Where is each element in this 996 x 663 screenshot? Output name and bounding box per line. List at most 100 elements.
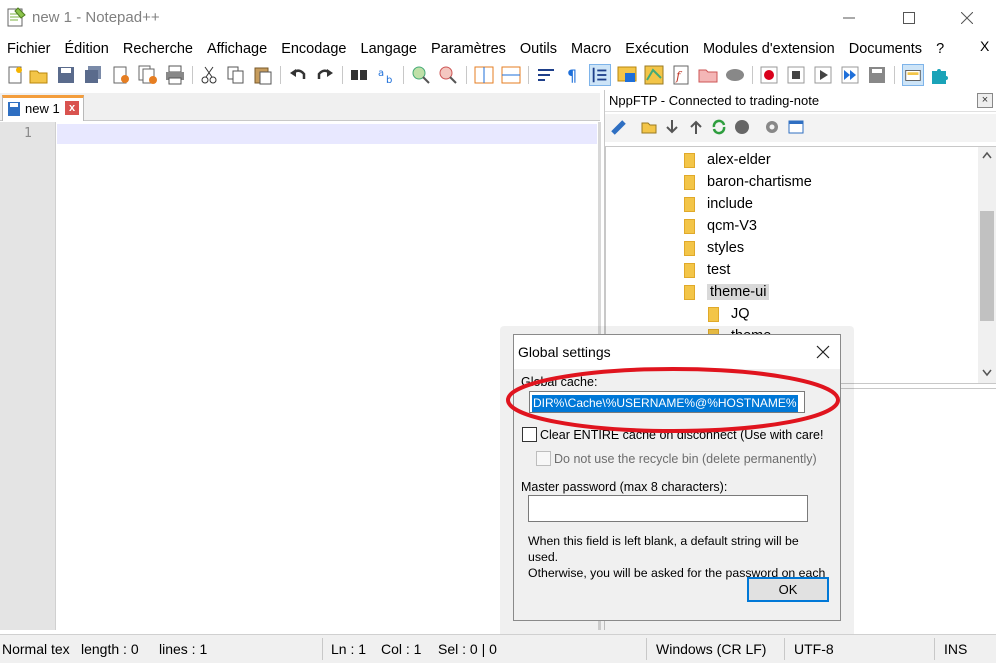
open-file-icon[interactable] (28, 64, 50, 86)
menu-parametres[interactable]: Paramètres (424, 41, 513, 57)
menu-outils[interactable]: Outils (513, 41, 564, 57)
macro-save-icon[interactable] (866, 64, 888, 86)
sync-vertical-icon[interactable] (473, 64, 495, 86)
zoom-out-icon[interactable] (437, 64, 459, 86)
menu-langage[interactable]: Langage (354, 41, 424, 57)
cut-icon[interactable] (198, 64, 220, 86)
message-window-icon[interactable] (787, 118, 805, 136)
tree-folder-item[interactable]: JQ (708, 303, 750, 325)
menu-fichier[interactable]: Fichier (0, 41, 58, 57)
menu-encodage[interactable]: Encodage (274, 41, 353, 57)
window-title: new 1 - Notepad++ (32, 9, 160, 26)
menu-modules-extension[interactable]: Modules d'extension (696, 41, 842, 57)
download-icon[interactable] (663, 118, 681, 136)
macro-play-multiple-icon[interactable] (839, 64, 861, 86)
print-icon[interactable] (164, 64, 186, 86)
status-bar: Normal tex length : 0 lines : 1 Ln : 1 C… (0, 634, 996, 663)
master-password-label: Master password (max 8 characters): (521, 480, 728, 494)
window-close-button[interactable] (938, 0, 996, 36)
settings-gear-icon[interactable] (763, 118, 781, 136)
menu-edition[interactable]: Édition (58, 41, 116, 57)
macro-record-icon[interactable] (758, 64, 780, 86)
status-line-number: Ln : 1 (331, 641, 367, 657)
svg-text:a: a (378, 68, 384, 79)
macro-play-icon[interactable] (812, 64, 834, 86)
save-icon[interactable] (55, 64, 77, 86)
save-all-icon[interactable] (82, 64, 104, 86)
status-encoding: UTF-8 (794, 641, 834, 657)
zoom-in-icon[interactable] (410, 64, 432, 86)
maximize-button[interactable] (880, 0, 938, 36)
tree-folder-item[interactable]: styles (684, 237, 744, 259)
dialog-close-button[interactable] (806, 335, 840, 369)
new-file-icon[interactable] (4, 64, 26, 86)
nppftp-close-button[interactable]: × (977, 93, 993, 108)
nppftp-toolbar (605, 114, 996, 142)
status-column: Col : 1 (381, 641, 422, 657)
replace-icon[interactable]: ab (375, 64, 397, 86)
tree-folder-item[interactable]: baron-chartisme (684, 171, 812, 193)
ok-button[interactable]: OK (747, 577, 829, 602)
indent-guide-icon[interactable] (589, 64, 611, 86)
menu-help[interactable]: ? (929, 41, 951, 57)
nppftp-title: NppFTP - Connected to trading-note (609, 93, 820, 108)
current-line-highlight[interactable] (57, 124, 597, 144)
tree-folder-item-selected[interactable]: theme-ui (684, 281, 770, 303)
sync-horizontal-icon[interactable] (500, 64, 522, 86)
tree-folder-item[interactable]: test (684, 259, 730, 281)
word-wrap-icon[interactable] (535, 64, 557, 86)
main-toolbar: ab ¶ f (0, 61, 996, 89)
macro-stop-icon[interactable] (785, 64, 807, 86)
close-all-icon[interactable] (137, 64, 159, 86)
title-bar: new 1 - Notepad++ (0, 0, 996, 36)
undo-icon[interactable] (287, 64, 309, 86)
help-line: used. (528, 550, 559, 564)
global-cache-input[interactable]: DIR%\Cache\%USERNAME%@%HOSTNAME% (529, 391, 805, 413)
line-number: 1 (24, 126, 32, 141)
menu-documents[interactable]: Documents (842, 41, 929, 57)
tab-close-icon[interactable]: x (65, 101, 79, 115)
close-file-icon[interactable] (110, 64, 132, 86)
tree-folder-item[interactable]: alex-elder (684, 149, 771, 171)
show-all-chars-icon[interactable]: ¶ (562, 64, 584, 86)
find-icon[interactable] (348, 64, 370, 86)
master-password-input[interactable] (528, 495, 808, 522)
saved-document-icon (8, 102, 20, 116)
function-list-icon[interactable]: f (670, 64, 692, 86)
upload-icon[interactable] (687, 118, 705, 136)
nppftp-toggle-icon[interactable] (902, 64, 924, 86)
clear-cache-checkbox[interactable] (522, 427, 537, 442)
folder-workspace-icon[interactable] (697, 64, 719, 86)
abort-icon[interactable] (733, 118, 751, 136)
scrollbar-thumb[interactable] (980, 211, 994, 321)
scroll-down-icon[interactable] (982, 369, 992, 377)
paste-icon[interactable] (252, 64, 274, 86)
clear-cache-label: Clear ENTIRE cache on disconnect (Use wi… (540, 428, 824, 442)
copy-icon[interactable] (225, 64, 247, 86)
plugin-puzzle-icon[interactable] (928, 64, 950, 86)
close-document-button[interactable]: X (980, 38, 989, 54)
tab-new-1[interactable]: new 1 x (2, 95, 84, 121)
refresh-icon[interactable] (710, 118, 728, 136)
global-cache-label: Global cache: (521, 375, 598, 389)
password-help-text: When this field is left blank, a default… (528, 533, 842, 581)
help-line: When this field is left blank, a default… (528, 534, 799, 548)
status-lines: lines : 1 (159, 641, 208, 657)
user-defined-lang-icon[interactable] (616, 64, 638, 86)
connect-icon[interactable] (610, 118, 628, 136)
menu-execution[interactable]: Exécution (618, 41, 696, 57)
monitoring-icon[interactable] (724, 64, 746, 86)
recycle-bin-checkbox[interactable] (536, 451, 551, 466)
open-directory-icon[interactable] (640, 118, 658, 136)
folder-icon (684, 262, 695, 278)
minimize-button[interactable] (820, 0, 878, 36)
scroll-up-icon[interactable] (982, 151, 992, 159)
redo-icon[interactable] (314, 64, 336, 86)
tree-folder-item[interactable]: include (684, 193, 753, 215)
tree-scrollbar[interactable] (978, 147, 996, 383)
menu-affichage[interactable]: Affichage (200, 41, 274, 57)
menu-macro[interactable]: Macro (564, 41, 618, 57)
doc-map-icon[interactable] (643, 64, 665, 86)
menu-recherche[interactable]: Recherche (116, 41, 200, 57)
tree-folder-item[interactable]: qcm-V3 (684, 215, 757, 237)
